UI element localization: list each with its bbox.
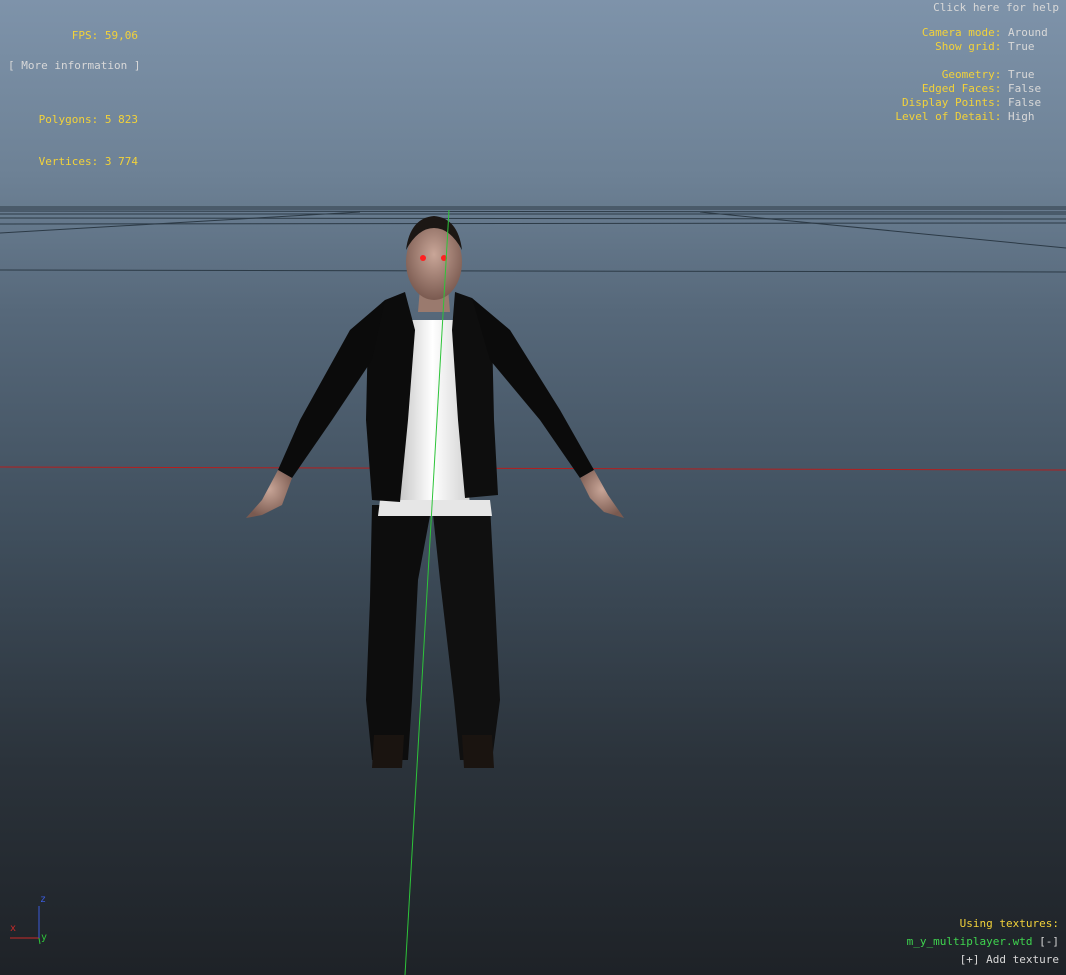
geometry-value: True [1008,68,1035,81]
texture-file-item[interactable]: m_y_multiplayer.wtd [907,935,1033,948]
textures-panel: Using textures: m_y_multiplayer.wtd [-] … [907,915,1059,969]
character-model [246,216,624,768]
geometry-setting[interactable]: Geometry: True [895,68,1058,82]
display-points-setting[interactable]: Display Points: False [895,96,1058,110]
edged-faces-value: False [1008,82,1042,95]
level-of-detail-label: Level of Detail: [895,110,1002,123]
polygons-value: 5 823 [104,113,138,126]
remove-texture-button[interactable]: [-] [1039,935,1059,948]
level-of-detail-setting[interactable]: Level of Detail: High [895,110,1058,124]
fps-value: 59,06 [104,29,138,42]
show-grid-label: Show grid: [935,40,1002,53]
3d-viewport[interactable] [0,0,1066,975]
stats-panel: FPS: 59,06 Polygons: 5 823 Vertices: 3 7… [0,1,138,183]
camera-mode-label: Camera mode: [921,26,1002,39]
display-points-value: False [1008,96,1042,109]
fps-label: FPS: [71,29,99,42]
display-points-label: Display Points: [902,96,1002,109]
more-information-link[interactable]: [ More information ] [8,59,140,73]
vertices-value: 3 774 [104,155,138,168]
show-grid-value: True [1008,40,1035,53]
level-of-detail-value: High [1008,110,1035,123]
add-texture-button[interactable]: [+] Add texture [960,953,1059,966]
camera-mode-value: Around [1008,26,1048,39]
axis-y-label: y [41,932,48,943]
textures-heading: Using textures: [959,917,1059,930]
axis-z-label: z [40,894,47,905]
settings-panel: Camera mode: Around Show grid: True Geom… [895,26,1058,124]
axis-x-label: x [10,923,17,934]
help-link[interactable]: Click here for help [933,1,1059,15]
show-grid-setting[interactable]: Show grid: True [895,40,1058,54]
camera-mode-setting[interactable]: Camera mode: Around [895,26,1058,40]
scene-canvas [0,206,1066,975]
edged-faces-setting[interactable]: Edged Faces: False [895,82,1058,96]
vertices-label: Vertices: [38,155,99,168]
ground-grid [0,206,1066,273]
geometry-label: Geometry: [941,68,1002,81]
edged-faces-label: Edged Faces: [921,82,1002,95]
x-axis-line [0,466,1066,471]
polygons-label: Polygons: [38,113,99,126]
